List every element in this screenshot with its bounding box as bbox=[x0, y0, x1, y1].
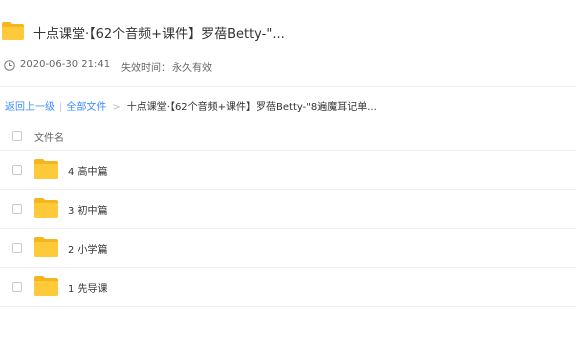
file-list-header: 文件名 bbox=[0, 124, 576, 151]
share-header: 十点课堂·【62个音频+课件】罗蓓Betty-"... bbox=[0, 18, 576, 46]
expire-label: 失效时间： bbox=[121, 63, 171, 74]
folder-icon bbox=[34, 159, 58, 179]
all-files-link[interactable]: 全部文件 bbox=[66, 102, 106, 113]
row-checkbox[interactable] bbox=[12, 282, 22, 292]
breadcrumb: 返回上一级 | 全部文件 > 十点课堂·【62个音频+课件】罗蓓Betty-"8遍魔耳记… bbox=[5, 98, 377, 113]
row-checkbox[interactable] bbox=[12, 165, 22, 175]
clock-icon bbox=[4, 60, 15, 71]
row-checkbox[interactable] bbox=[12, 204, 22, 214]
file-row[interactable]: 1 先导课 bbox=[0, 268, 576, 307]
share-date: 2020-06-30 21:41 bbox=[20, 59, 111, 70]
row-checkbox[interactable] bbox=[12, 243, 22, 253]
back-link[interactable]: 返回上一级 bbox=[5, 102, 55, 113]
breadcrumb-current: 十点课堂·【62个音频+课件】罗蓓Betty-"8遍魔耳记单... bbox=[126, 102, 377, 113]
folder-name[interactable]: 1 先导课 bbox=[68, 280, 108, 295]
breadcrumb-arrow: > bbox=[112, 102, 121, 113]
folder-icon bbox=[2, 22, 24, 40]
column-filename: 文件名 bbox=[34, 133, 64, 144]
breadcrumb-separator: | bbox=[59, 102, 63, 113]
share-title: 十点课堂·【62个音频+课件】罗蓓Betty-"... bbox=[33, 27, 285, 42]
folder-name[interactable]: 3 初中篇 bbox=[68, 202, 108, 217]
select-all-checkbox[interactable] bbox=[12, 131, 22, 141]
file-row[interactable]: 4 高中篇 bbox=[0, 151, 576, 190]
file-row[interactable]: 2 小学篇 bbox=[0, 229, 576, 268]
folder-icon bbox=[34, 276, 58, 296]
file-row[interactable]: 3 初中篇 bbox=[0, 190, 576, 229]
header-divider bbox=[0, 86, 576, 87]
expire-value: 永久有效 bbox=[172, 63, 212, 74]
folder-icon bbox=[34, 237, 58, 257]
folder-name[interactable]: 2 小学篇 bbox=[68, 241, 108, 256]
folder-icon bbox=[34, 198, 58, 218]
folder-name[interactable]: 4 高中篇 bbox=[68, 163, 108, 178]
